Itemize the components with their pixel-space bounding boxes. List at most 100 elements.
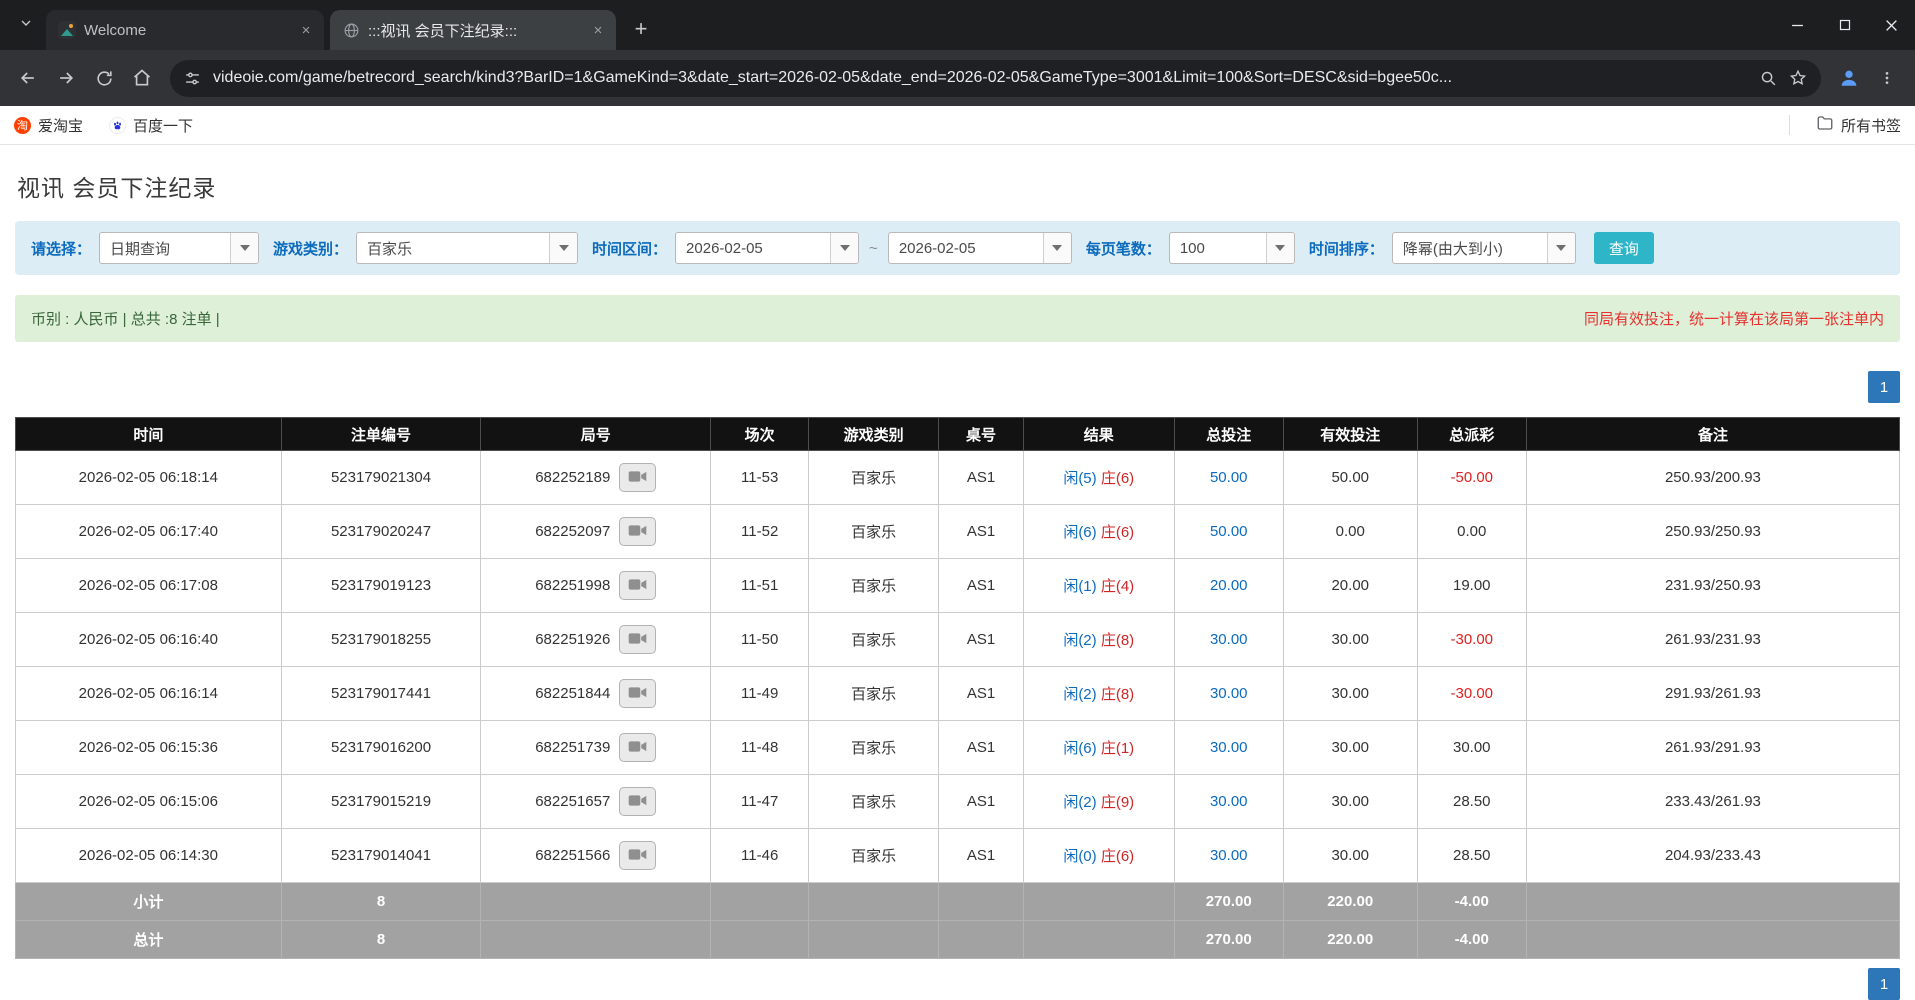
cell-time: 2026-02-05 06:17:40 (16, 505, 282, 559)
cell-total-bet: 20.00 (1174, 559, 1283, 613)
tab-welcome[interactable]: Welcome × (46, 10, 324, 50)
subtotal-label: 小计 (16, 883, 282, 921)
new-tab-button[interactable]: + (626, 14, 656, 44)
folder-icon (1816, 114, 1834, 136)
site-settings-icon[interactable] (184, 70, 201, 87)
bookmark-baidu[interactable]: 百度一下 (109, 115, 193, 136)
video-replay-button[interactable] (619, 571, 656, 600)
date-start-input[interactable] (676, 233, 830, 263)
video-camera-icon (628, 794, 647, 810)
pagination-top: 1 (15, 371, 1900, 403)
cell-time: 2026-02-05 06:14:30 (16, 829, 282, 883)
sort-dropdown-button[interactable] (1547, 233, 1575, 263)
subtotal-row: 小计 8 270.00 220.00 -4.00 (16, 883, 1900, 921)
cell-valid-bet: 30.00 (1283, 775, 1417, 829)
per-page-input[interactable] (1170, 233, 1266, 263)
date-start-dropdown-button[interactable] (830, 233, 858, 263)
cell-result: 闲(2) 庄(8) (1023, 613, 1174, 667)
cell-total-bet: 50.00 (1174, 505, 1283, 559)
summary-info-bar: 币别 : 人民币 | 总共 :8 注单 | 同局有效投注，统一计算在该局第一张注… (15, 295, 1900, 342)
cell-game-type: 百家乐 (809, 451, 939, 505)
sort-label: 时间排序： (1309, 238, 1384, 259)
page-number-button[interactable]: 1 (1868, 371, 1900, 403)
column-header: 备注 (1526, 418, 1899, 451)
pagination-bottom: 1 (15, 968, 1900, 1000)
bookmarks-bar: 淘 爱淘宝 百度一下 所有书签 (0, 106, 1915, 145)
video-replay-button[interactable] (619, 787, 656, 816)
url-text[interactable]: videoie.com/game/betrecord_search/kind3?… (213, 69, 1748, 87)
query-type-dropdown-button[interactable] (230, 233, 258, 263)
tab-bar: Welcome × :::视讯 会员下注纪录::: × + (0, 0, 1915, 50)
bookmark-taobao[interactable]: 淘 爱淘宝 (14, 115, 83, 136)
cell-note: 291.93/261.93 (1526, 667, 1899, 721)
welcome-favicon (58, 21, 76, 39)
query-type-input[interactable] (100, 233, 230, 263)
tab-close-icon[interactable]: × (296, 20, 316, 40)
date-range-label: 时间区间： (592, 238, 667, 259)
video-replay-button[interactable] (619, 463, 656, 492)
tab-title: Welcome (84, 22, 288, 39)
cell-payout: -50.00 (1417, 451, 1526, 505)
cell-bet-id: 523179015219 (281, 775, 481, 829)
date-end-input[interactable] (889, 233, 1043, 263)
cell-bet-id: 523179020247 (281, 505, 481, 559)
back-button[interactable] (10, 60, 46, 96)
game-type-input[interactable] (357, 233, 549, 263)
cell-table-no: AS1 (939, 667, 1024, 721)
cell-game-type: 百家乐 (809, 613, 939, 667)
forward-button[interactable] (48, 60, 84, 96)
cell-payout: 0.00 (1417, 505, 1526, 559)
tab-search-button[interactable] (10, 9, 42, 41)
column-header: 注单编号 (281, 418, 481, 451)
game-type-dropdown-button[interactable] (549, 233, 577, 263)
video-camera-icon (628, 740, 647, 756)
search-button[interactable]: 查询 (1594, 232, 1654, 264)
cell-total-bet: 30.00 (1174, 667, 1283, 721)
baidu-paw-icon (109, 117, 126, 134)
close-button[interactable] (1868, 0, 1915, 50)
zoom-icon[interactable] (1760, 70, 1777, 87)
page-number-button[interactable]: 1 (1868, 968, 1900, 1000)
video-camera-icon (628, 470, 647, 486)
video-replay-button[interactable] (619, 517, 656, 546)
bookmark-label: 爱淘宝 (38, 115, 83, 136)
column-header: 桌号 (939, 418, 1024, 451)
bookmark-star-icon[interactable] (1789, 69, 1807, 87)
cell-result: 闲(5) 庄(6) (1023, 451, 1174, 505)
table-row: 2026-02-05 06:17:40523179020247682252097… (16, 505, 1900, 559)
profile-avatar[interactable] (1831, 60, 1867, 96)
cell-table-no: AS1 (939, 829, 1024, 883)
table-row: 2026-02-05 06:15:06523179015219682251657… (16, 775, 1900, 829)
cell-valid-bet: 50.00 (1283, 451, 1417, 505)
tab-betrecord[interactable]: :::视讯 会员下注纪录::: × (330, 10, 616, 50)
per-page-dropdown-button[interactable] (1266, 233, 1294, 263)
video-camera-icon (628, 848, 647, 864)
bet-records-table: 时间注单编号局号场次游戏类别桌号结果总投注有效投注总派彩备注 2026-02-0… (15, 417, 1900, 959)
cell-round-id: 682252189 (481, 451, 711, 505)
video-replay-button[interactable] (619, 679, 656, 708)
cell-time: 2026-02-05 06:16:14 (16, 667, 282, 721)
minimize-button[interactable] (1774, 0, 1821, 50)
cell-payout: 28.50 (1417, 829, 1526, 883)
cell-payout: 28.50 (1417, 775, 1526, 829)
tab-close-icon[interactable]: × (588, 20, 608, 40)
total-row: 总计 8 270.00 220.00 -4.00 (16, 921, 1900, 959)
menu-kebab-icon[interactable] (1869, 60, 1905, 96)
video-replay-button[interactable] (619, 733, 656, 762)
home-button[interactable] (124, 60, 160, 96)
date-end-dropdown-button[interactable] (1043, 233, 1071, 263)
cell-time: 2026-02-05 06:16:40 (16, 613, 282, 667)
cell-bet-id: 523179021304 (281, 451, 481, 505)
cell-table-no: AS1 (939, 505, 1024, 559)
sort-input[interactable] (1393, 233, 1547, 263)
cell-valid-bet: 0.00 (1283, 505, 1417, 559)
column-header: 结果 (1023, 418, 1174, 451)
maximize-button[interactable] (1821, 0, 1868, 50)
all-bookmarks-button[interactable]: 所有书签 (1816, 114, 1901, 136)
column-header: 总投注 (1174, 418, 1283, 451)
game-type-combobox (356, 232, 578, 264)
video-replay-button[interactable] (619, 625, 656, 654)
video-replay-button[interactable] (619, 841, 656, 870)
refresh-button[interactable] (86, 60, 122, 96)
url-bar[interactable]: videoie.com/game/betrecord_search/kind3?… (170, 60, 1821, 97)
